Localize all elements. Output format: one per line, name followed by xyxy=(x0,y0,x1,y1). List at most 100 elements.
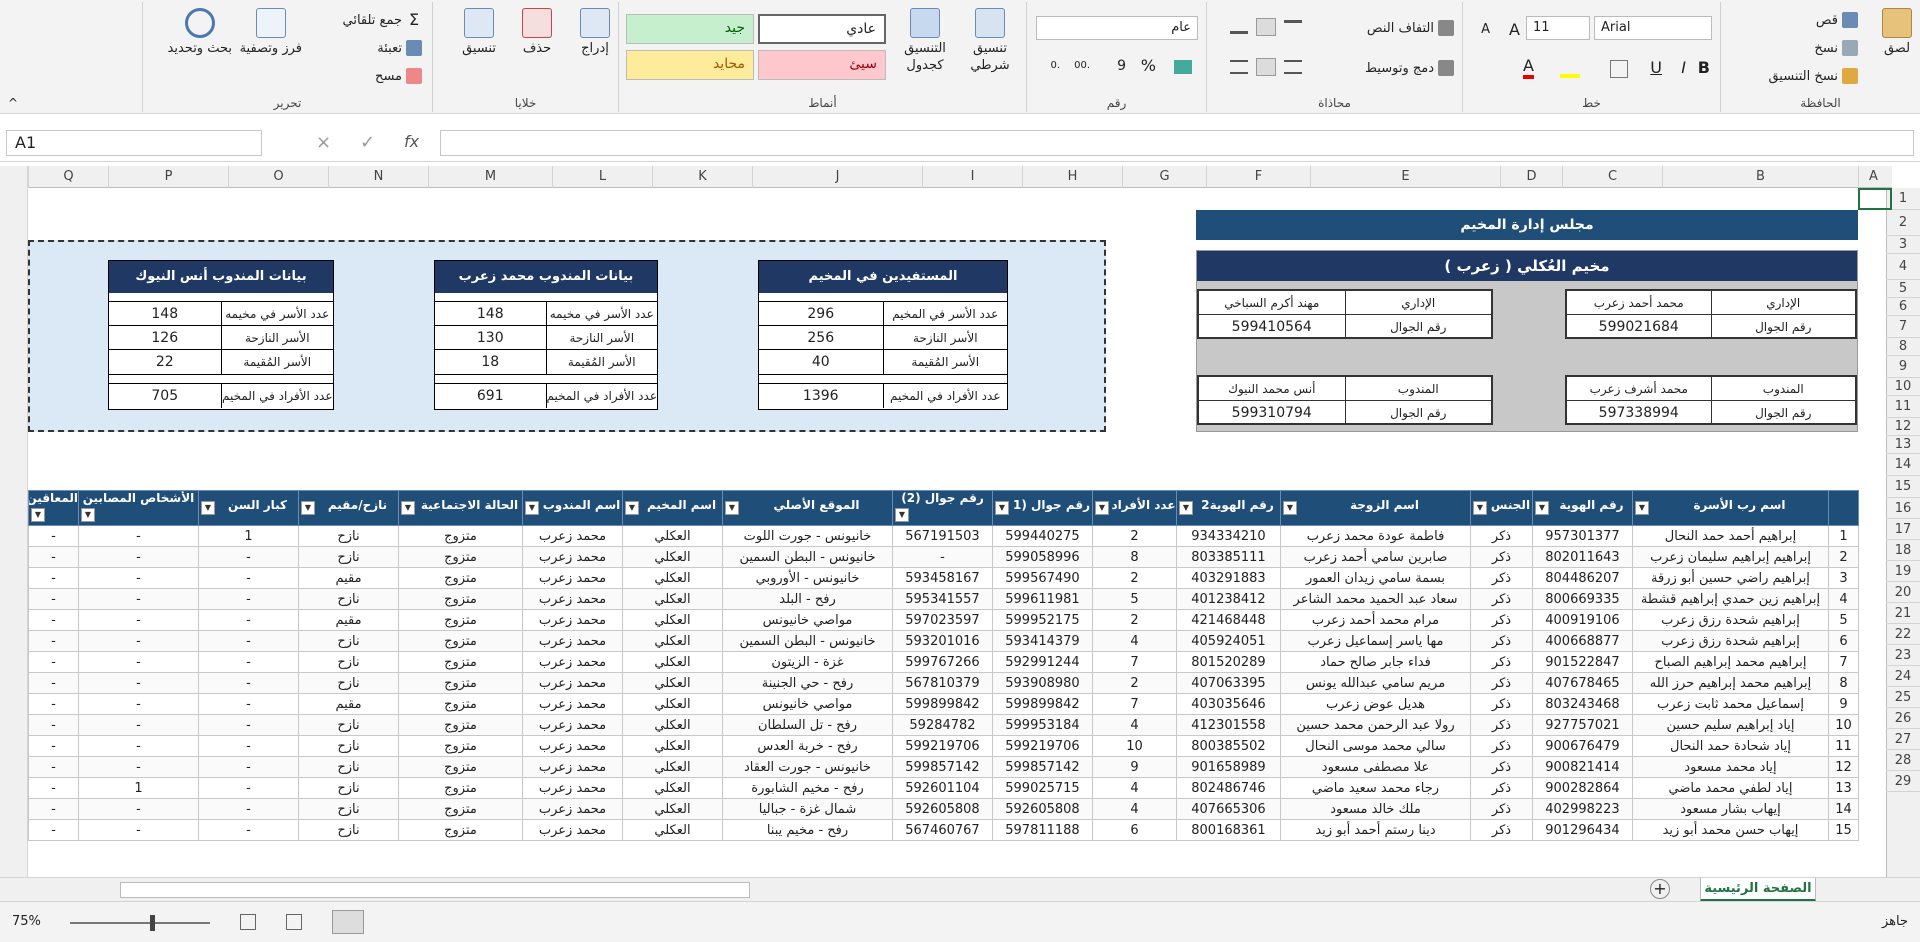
table-cell[interactable]: 401238412 xyxy=(1176,588,1281,610)
cancel-icon[interactable]: × xyxy=(316,132,331,153)
col-header[interactable]: K xyxy=(652,166,752,188)
table-cell[interactable]: 405924051 xyxy=(1176,630,1281,652)
col-header[interactable]: A xyxy=(1858,166,1888,188)
table-cell[interactable]: 599857142 xyxy=(892,756,993,778)
row-header[interactable]: 11 xyxy=(1886,396,1920,418)
table-cell[interactable]: 567810379 xyxy=(892,672,993,694)
table-cell[interactable]: مقيم xyxy=(298,567,399,589)
col-header[interactable]: C xyxy=(1562,166,1662,188)
table-cell[interactable]: محمد زعرب xyxy=(522,714,623,736)
column-header[interactable]: رقم الهوية2 ▼ xyxy=(1176,490,1281,526)
table-cell[interactable]: ذكر xyxy=(1470,567,1533,589)
shrink-font-button[interactable]: A xyxy=(1481,22,1490,37)
column-header[interactable]: الأشخاص المصابين ▼ xyxy=(78,490,199,526)
row-header[interactable]: 10 xyxy=(1886,378,1920,396)
page-break-icon[interactable] xyxy=(286,914,302,930)
table-cell[interactable]: رجاء محمد سعيد ماضي xyxy=(1280,777,1471,799)
table-cell[interactable]: 4 xyxy=(1092,798,1177,820)
table-cell[interactable]: نازح xyxy=(298,588,399,610)
table-cell[interactable]: - xyxy=(78,609,199,631)
merge-center-button[interactable]: دمج وتوسيط xyxy=(1365,56,1454,80)
table-cell[interactable]: نازح xyxy=(298,735,399,757)
grow-font-button[interactable]: A xyxy=(1509,20,1520,39)
align-top-icon[interactable] xyxy=(1284,20,1302,34)
table-cell[interactable]: 2 xyxy=(1092,525,1177,547)
table-cell[interactable]: 407665306 xyxy=(1176,798,1281,820)
table-cell[interactable]: العكلي xyxy=(622,525,723,547)
table-cell[interactable]: العكلي xyxy=(622,819,723,841)
table-cell[interactable]: 9 xyxy=(1828,693,1859,715)
table-cell[interactable]: - xyxy=(28,651,79,673)
align-bottom-icon[interactable] xyxy=(1230,20,1248,34)
table-cell[interactable]: خانيونس - جورت اللوت xyxy=(722,525,893,547)
table-cell[interactable]: محمد زعرب xyxy=(522,630,623,652)
cell-selection[interactable] xyxy=(1858,188,1892,210)
col-header[interactable]: J xyxy=(752,166,922,188)
table-cell[interactable]: إياد لطفي محمد ماضي xyxy=(1632,777,1829,799)
row-header[interactable]: 18 xyxy=(1886,540,1920,561)
table-cell[interactable]: 1 xyxy=(198,525,299,547)
table-cell[interactable]: نازح xyxy=(298,819,399,841)
table-cell[interactable]: - xyxy=(78,546,199,568)
table-cell[interactable]: ملك خالد مسعود xyxy=(1280,798,1471,820)
table-cell[interactable]: نازح xyxy=(298,630,399,652)
table-cell[interactable]: 4 xyxy=(1092,630,1177,652)
percent-button[interactable]: % xyxy=(1141,56,1156,75)
table-cell[interactable]: ذكر xyxy=(1470,546,1533,568)
table-cell[interactable]: ذكر xyxy=(1470,630,1533,652)
row-header[interactable]: 25 xyxy=(1886,687,1920,708)
table-cell[interactable]: محمد زعرب xyxy=(522,525,623,547)
filter-dropdown-icon[interactable]: ▼ xyxy=(1473,501,1487,515)
col-header[interactable]: I xyxy=(922,166,1022,188)
column-header[interactable]: رقم جوال (2) ▼ xyxy=(892,490,993,526)
table-cell[interactable]: 901296434 xyxy=(1532,819,1633,841)
table-cell[interactable]: - xyxy=(28,672,79,694)
table-cell[interactable]: العكلي xyxy=(622,798,723,820)
table-cell[interactable]: - xyxy=(78,525,199,547)
table-cell[interactable]: 597023597 xyxy=(892,609,993,631)
row-header[interactable]: 2 xyxy=(1886,210,1920,236)
table-cell[interactable]: العكلي xyxy=(622,756,723,778)
column-header[interactable]: كبار السن ▼ xyxy=(198,490,299,526)
table-cell[interactable]: 802486746 xyxy=(1176,777,1281,799)
table-cell[interactable]: متزوج xyxy=(398,714,523,736)
table-cell[interactable]: محمد زعرب xyxy=(522,651,623,673)
row-header[interactable]: 12 xyxy=(1886,418,1920,436)
table-cell[interactable]: 927757021 xyxy=(1532,714,1633,736)
table-cell[interactable]: ذكر xyxy=(1470,714,1533,736)
table-cell[interactable]: العكلي xyxy=(622,630,723,652)
table-cell[interactable]: متزوج xyxy=(398,546,523,568)
table-cell[interactable]: 900282864 xyxy=(1532,777,1633,799)
table-cell[interactable]: 10 xyxy=(1828,714,1859,736)
table-cell[interactable]: إبراهيم أحمد حمد النحال xyxy=(1632,525,1829,547)
table-cell[interactable]: 800168361 xyxy=(1176,819,1281,841)
table-cell[interactable]: 8 xyxy=(1828,672,1859,694)
table-cell[interactable]: ذكر xyxy=(1470,651,1533,673)
table-cell[interactable]: - xyxy=(198,798,299,820)
col-header[interactable]: F xyxy=(1206,166,1310,188)
table-cell[interactable]: متزوج xyxy=(398,651,523,673)
zoom-slider-thumb[interactable] xyxy=(150,915,155,931)
table-cell[interactable]: سعاد عبد الحميد محمد الشاعر xyxy=(1280,588,1471,610)
borders-icon[interactable] xyxy=(1610,60,1628,78)
table-cell[interactable]: - xyxy=(28,756,79,778)
table-cell[interactable]: 800669335 xyxy=(1532,588,1633,610)
table-cell[interactable]: هديل عوض زعرب xyxy=(1280,693,1471,715)
table-cell[interactable]: 599219706 xyxy=(892,735,993,757)
table-cell[interactable]: 599611981 xyxy=(992,588,1093,610)
table-cell[interactable]: 4 xyxy=(1092,714,1177,736)
table-cell[interactable]: محمد زعرب xyxy=(522,819,623,841)
table-cell[interactable]: ذكر xyxy=(1470,777,1533,799)
table-cell[interactable]: 593458167 xyxy=(892,567,993,589)
filter-dropdown-icon[interactable]: ▼ xyxy=(31,508,45,522)
table-cell[interactable]: - xyxy=(198,651,299,673)
align-left-icon[interactable] xyxy=(1230,60,1248,74)
column-header[interactable]: نازح/مقيم ▼ xyxy=(298,490,399,526)
row-header[interactable]: 24 xyxy=(1886,666,1920,687)
table-cell[interactable]: 7 xyxy=(1092,693,1177,715)
table-cell[interactable]: إبراهيم شحدة رزق زعرب xyxy=(1632,630,1829,652)
zoom-level[interactable]: 75% xyxy=(12,914,41,929)
column-header[interactable]: اسم المندوب ▼ xyxy=(522,490,623,526)
table-cell[interactable]: إياد محمد مسعود xyxy=(1632,756,1829,778)
col-header[interactable]: L xyxy=(552,166,652,188)
